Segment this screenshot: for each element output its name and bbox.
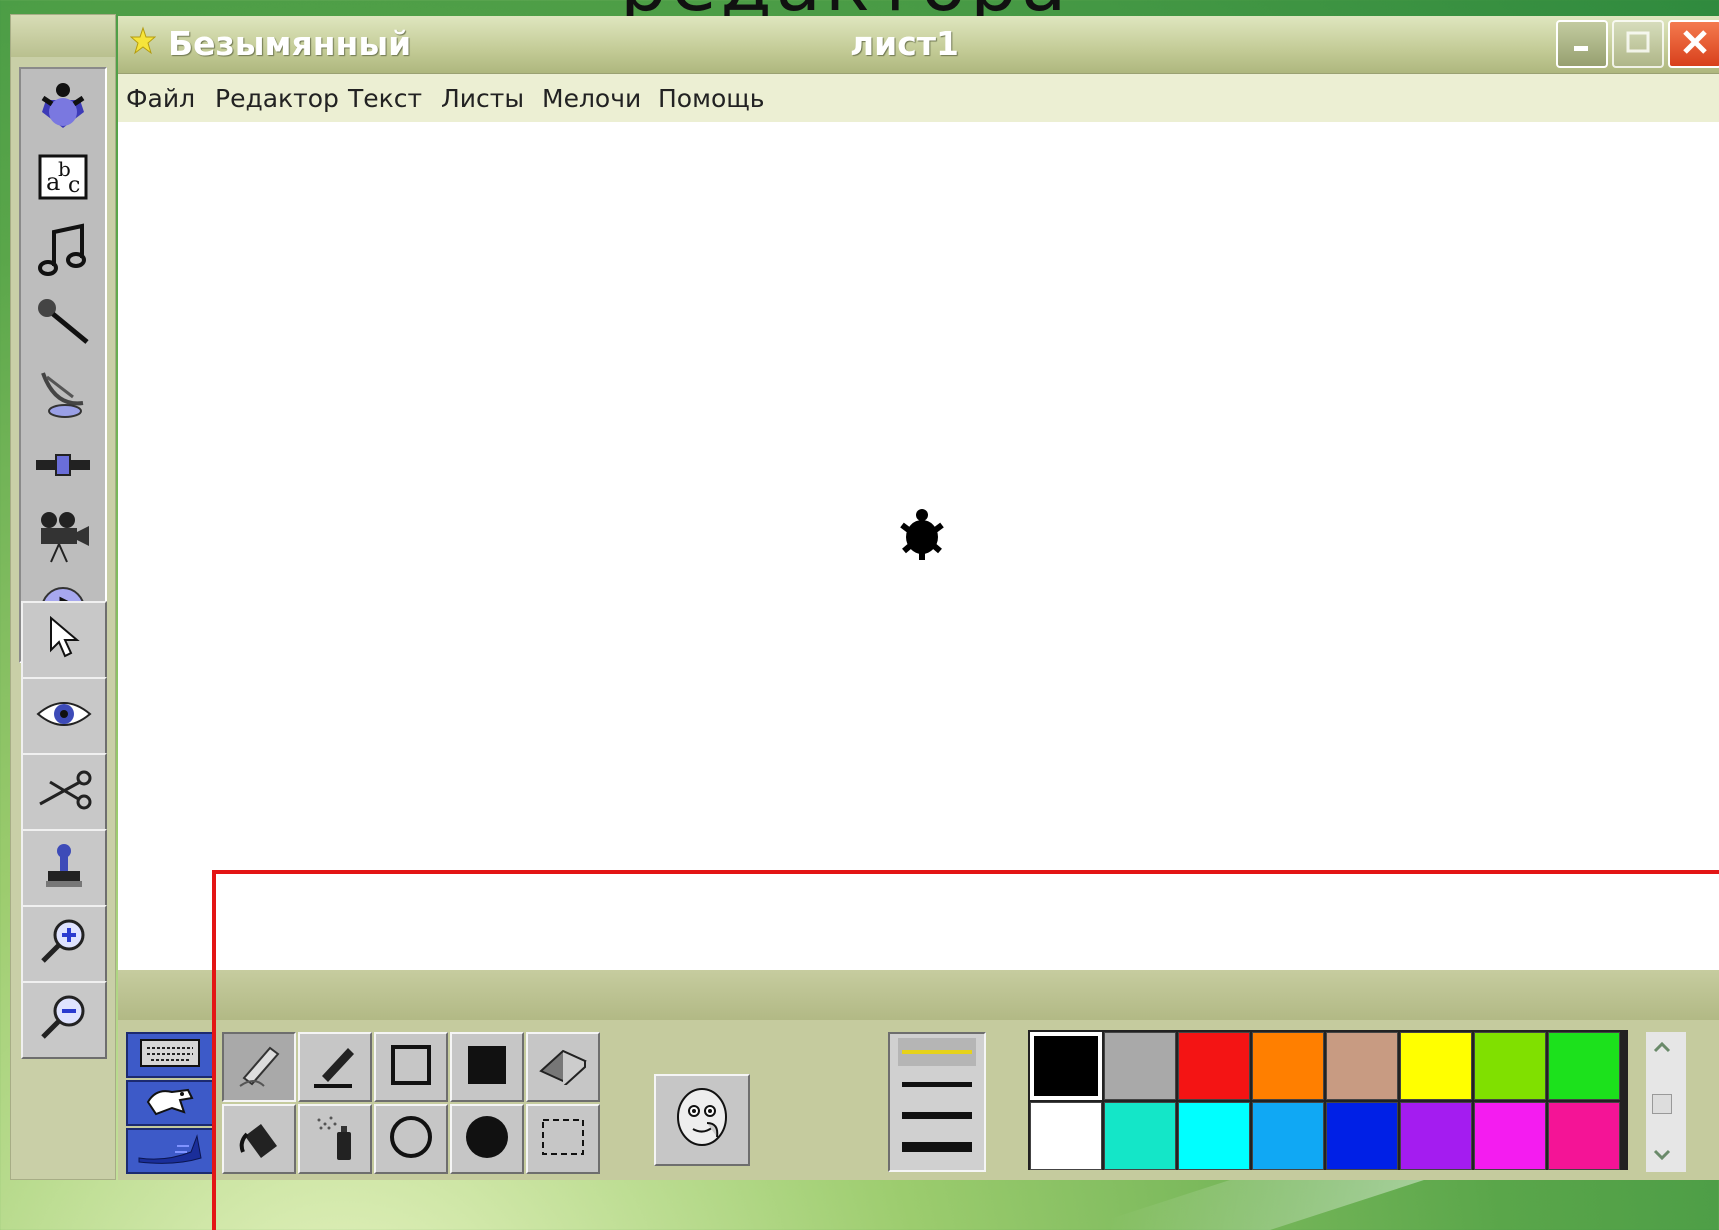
menu-editor[interactable]: Редактор [215,84,339,113]
satellite-dish-icon[interactable] [21,357,105,429]
sheet-name: лист1 [850,24,959,63]
stamp-icon [42,843,86,893]
menu-bar: Файл Редактор Текст Листы Мелочи Помощь [118,74,1719,122]
keyboard-icon [139,1038,201,1072]
turtle-icon[interactable] [21,69,105,141]
maximize-icon [1626,31,1650,57]
svg-text:c: c [68,173,80,198]
highlight-frame [212,870,1719,1230]
menu-help[interactable]: Помощь [658,84,765,113]
slider-icon[interactable] [21,429,105,501]
window-title: Безымянный [168,24,412,63]
shoe-mode-button[interactable] [126,1128,214,1174]
shoe-icon [135,1132,205,1170]
stamp-button[interactable] [21,829,107,907]
text-box-icon[interactable]: abc [21,141,105,213]
pointer-icon [47,615,81,664]
left-toolbox: abc [10,14,116,1180]
eye-icon [36,698,92,734]
zoom-out-button[interactable] [21,981,107,1059]
close-button[interactable] [1668,20,1719,68]
eye-button[interactable] [21,677,107,755]
media-tools-group: abc [19,67,107,663]
scissors-button[interactable] [21,753,107,831]
toolbox-header [11,15,115,57]
minimize-button[interactable] [1556,20,1608,68]
menu-text[interactable]: Текст [348,84,422,113]
mode-column [126,1032,214,1178]
microphone-icon[interactable] [21,285,105,357]
pointer-button[interactable] [21,601,107,679]
music-notes-icon[interactable] [21,213,105,285]
menu-file[interactable]: Файл [126,84,195,113]
minimize-icon [1572,32,1592,56]
keyboard-mode-button[interactable] [126,1032,214,1078]
zoom-in-icon [37,917,91,971]
menu-sheets[interactable]: Листы [441,84,524,113]
scissors-icon [36,768,92,816]
turtle-sprite[interactable] [898,507,946,561]
menu-misc[interactable]: Мелочи [542,84,641,113]
close-icon [1681,28,1709,60]
zoom-in-button[interactable] [21,905,107,983]
movie-camera-icon[interactable] [21,501,105,573]
dog-mode-button[interactable] [126,1080,214,1126]
app-star-icon [129,26,157,56]
title-bar: Безымянный лист1 [118,16,1719,74]
maximize-button[interactable] [1612,20,1664,68]
zoom-out-icon [37,993,91,1047]
drawing-canvas[interactable] [118,122,1719,970]
dog-icon [142,1084,198,1122]
